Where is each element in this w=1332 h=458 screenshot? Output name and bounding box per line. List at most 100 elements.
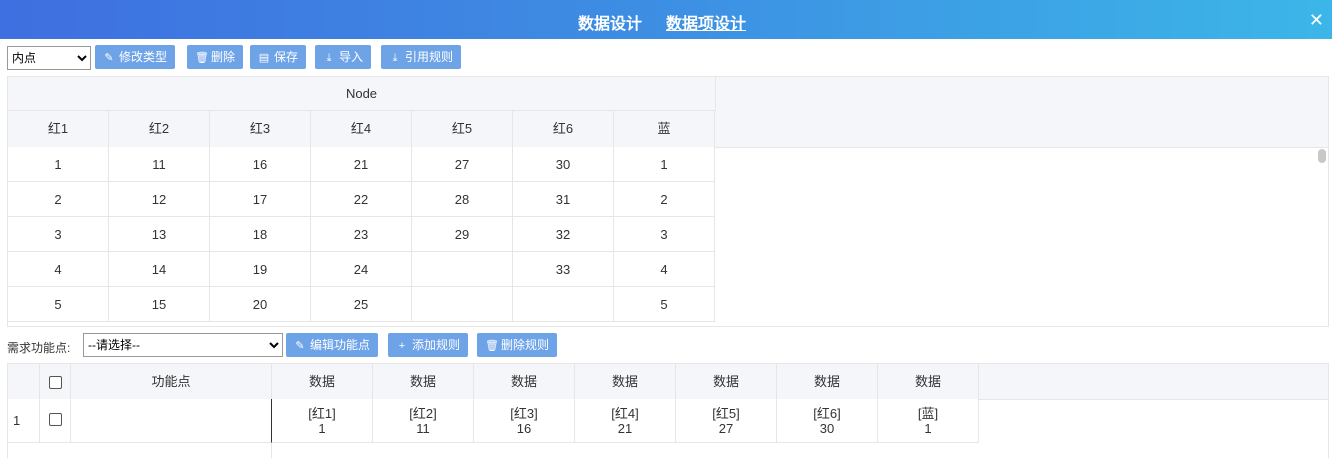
edit-function-point-label: 编辑功能点	[310, 338, 371, 352]
table-cell: 4	[8, 252, 109, 287]
close-icon[interactable]: ✕	[1309, 10, 1324, 31]
table-cell: 29	[412, 217, 513, 252]
rule-table: 功能点 数据 数据 数据 数据 数据 数据 数据 1 [红1] 1 [红2] 11 [红3] 16 [红4]…	[7, 363, 1329, 458]
table-cell: 11	[109, 147, 210, 182]
save-icon: ▤	[258, 52, 270, 64]
data-column-header: 数据	[878, 364, 979, 399]
table-cell: 24	[311, 252, 412, 287]
table-cell: 15	[109, 287, 210, 322]
plus-icon: +	[398, 340, 406, 352]
data-cell: [红6] 30	[777, 399, 878, 443]
data-cell: [蓝] 1	[878, 399, 979, 443]
function-point-label: 需求功能点:	[7, 341, 71, 355]
vertical-scrollbar[interactable]	[1318, 149, 1326, 325]
trash-icon: 🗑	[485, 340, 499, 352]
data-cell: [红4] 21	[575, 399, 676, 443]
data-value-text: 16	[516, 421, 532, 436]
data-column-header: 数据	[373, 364, 474, 399]
table-cell: 18	[210, 217, 311, 252]
data-cell: [红1] 1	[272, 399, 373, 443]
row-select-cell	[40, 399, 71, 443]
table-cell	[513, 287, 614, 322]
data-value-text: 1	[318, 421, 326, 436]
node-table: Node 红1 红2 红3 红4 红5 红6 蓝 1 11 16 21 27 30 1 2 12 17 22 28…	[7, 76, 1329, 327]
data-column-header: 数据	[474, 364, 575, 399]
delete-rule-button[interactable]: 🗑 删除规则	[477, 333, 558, 357]
data-value-text: 11	[416, 421, 430, 436]
data-name-text: [红1]	[308, 406, 336, 421]
column-divider	[271, 443, 272, 458]
add-rule-label: 添加规则	[412, 338, 461, 352]
row-index: 1	[8, 399, 40, 443]
table-cell: 20	[210, 287, 311, 322]
import-button[interactable]: ⤓ 导入	[315, 45, 372, 69]
data-name-text: [红3]	[510, 406, 538, 421]
data-value-text: 27	[718, 421, 734, 436]
table-cell: 1	[614, 147, 715, 182]
table-cell: 25	[311, 287, 412, 322]
data-cell: [红5] 27	[676, 399, 777, 443]
table-cell: 1	[8, 147, 109, 182]
table-cell: 33	[513, 252, 614, 287]
data-cell: [红3] 16	[474, 399, 575, 443]
table-cell: 2	[614, 182, 715, 217]
delete-label: 删除	[211, 50, 236, 64]
data-column-header: 数据	[777, 364, 878, 399]
column-header[interactable]: 红5	[412, 111, 513, 147]
page-title: 数据设计	[578, 16, 643, 33]
column-header[interactable]: 红6	[513, 111, 614, 147]
column-header[interactable]: 红1	[8, 111, 109, 147]
table-cell: 5	[614, 287, 715, 322]
reference-rule-button[interactable]: ⤓ 引用规则	[381, 45, 462, 69]
delete-rule-label: 删除规则	[501, 338, 550, 352]
function-point-cell[interactable]	[71, 399, 272, 443]
edit-icon: ✎	[104, 52, 114, 64]
table-cell: 14	[109, 252, 210, 287]
table-cell: 12	[109, 182, 210, 217]
save-label: 保存	[274, 50, 299, 64]
modify-type-label: 修改类型	[119, 50, 168, 64]
table-cell: 4	[614, 252, 715, 287]
import-label: 导入	[339, 50, 364, 64]
index-header	[8, 364, 40, 399]
table-cell	[412, 287, 513, 322]
title-bar: 数据设计 数据项设计 ✕	[0, 0, 1332, 39]
select-all-header	[40, 364, 71, 399]
data-item-design-link[interactable]: 数据项设计	[666, 10, 746, 34]
edit-function-point-button[interactable]: ✎ 编辑功能点	[286, 333, 379, 357]
table-cell: 31	[513, 182, 614, 217]
scrollbar-thumb[interactable]	[1318, 149, 1326, 163]
function-point-header: 功能点	[71, 364, 272, 399]
row-checkbox[interactable]	[48, 413, 62, 427]
column-header[interactable]: 红3	[210, 111, 311, 147]
edit-icon: ✎	[295, 340, 305, 352]
delete-button[interactable]: 🗑 删除	[187, 45, 244, 69]
table-cell: 21	[311, 147, 412, 182]
point-type-select[interactable]: 内点	[7, 46, 91, 70]
data-cell: [红2] 11	[373, 399, 474, 443]
data-column-header: 数据	[272, 364, 373, 399]
table-cell: 30	[513, 147, 614, 182]
table-cell: 17	[210, 182, 311, 217]
table-cell: 22	[311, 182, 412, 217]
table-cell: 3	[614, 217, 715, 252]
table-cell	[412, 252, 513, 287]
reference-rule-label: 引用规则	[405, 50, 454, 64]
table-cell: 32	[513, 217, 614, 252]
trash-icon: 🗑	[195, 52, 209, 64]
table-cell: 23	[311, 217, 412, 252]
table-cell: 28	[412, 182, 513, 217]
column-header[interactable]: 红2	[109, 111, 210, 147]
data-name-text: [蓝]	[917, 406, 939, 421]
modify-type-button[interactable]: ✎ 修改类型	[95, 45, 176, 69]
save-button[interactable]: ▤ 保存	[250, 45, 307, 69]
column-header[interactable]: 红4	[311, 111, 412, 147]
data-name-text: [红6]	[813, 406, 841, 421]
column-header[interactable]: 蓝	[614, 111, 715, 147]
add-rule-button[interactable]: + 添加规则	[388, 333, 469, 357]
data-value-text: 30	[819, 421, 835, 436]
table-cell: 19	[210, 252, 311, 287]
function-point-select[interactable]: --请选择--	[83, 333, 283, 357]
select-all-checkbox[interactable]	[48, 376, 62, 390]
table-cell: 5	[8, 287, 109, 322]
